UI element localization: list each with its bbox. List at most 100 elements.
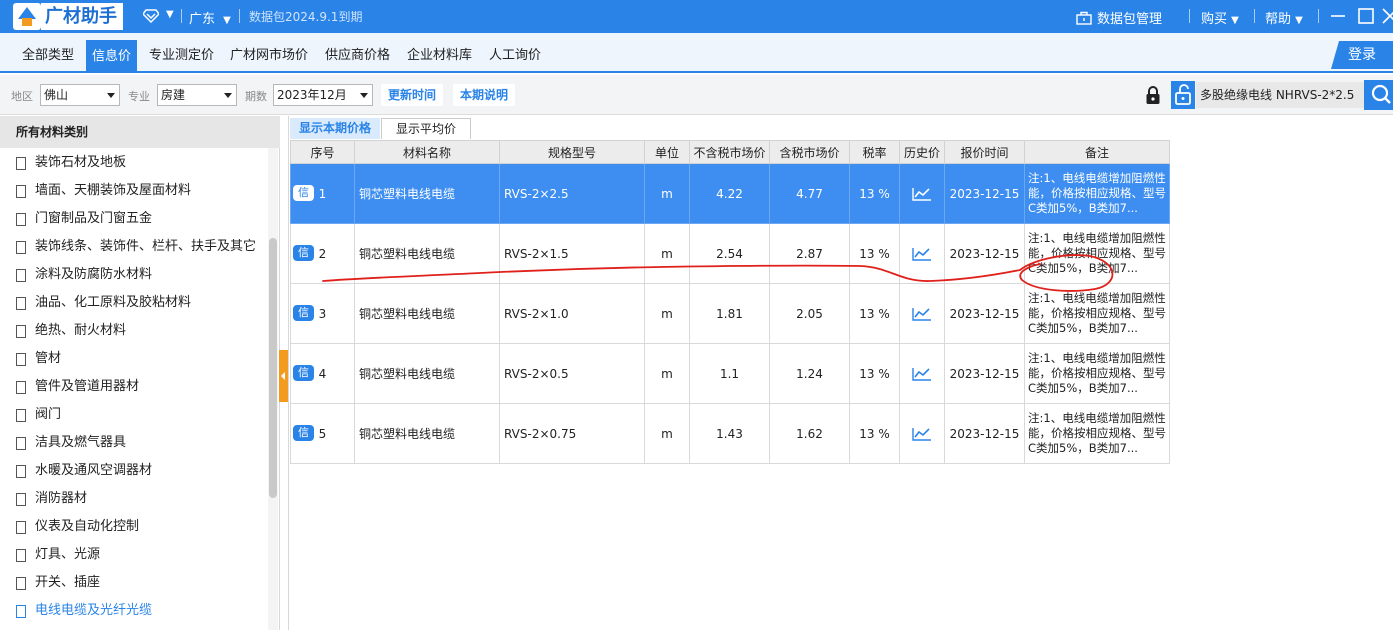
- price-inc-tax-cell: 2.87: [769, 223, 850, 284]
- diamond-icon[interactable]: [143, 9, 159, 23]
- sidebar-category-label: 涂料及防腐防水材料: [35, 267, 153, 282]
- tab-enterprise-library[interactable]: 企业材料库: [401, 41, 478, 71]
- material-name-cell: 铜芯塑料电线电缆: [354, 403, 500, 464]
- column-header[interactable]: 税率: [849, 140, 900, 164]
- material-name-cell: 铜芯塑料电线电缆: [354, 343, 500, 404]
- maximize-icon[interactable]: [1357, 7, 1375, 25]
- document-icon: [16, 520, 26, 534]
- remark-cell: 注:1、电线电缆增加阻燃性能，价格按相应规格、型号C类加5%，B类加7...: [1024, 283, 1170, 344]
- document-icon: [16, 184, 26, 198]
- material-name-cell: 铜芯塑料电线电缆: [354, 283, 500, 344]
- sidebar-category-item[interactable]: 开关、插座: [16, 569, 100, 597]
- tab-market-price[interactable]: 广材网市场价: [224, 41, 314, 71]
- sidebar-category-item[interactable]: 管材: [16, 345, 61, 373]
- help-menu[interactable]: 帮助 ▼: [1265, 8, 1303, 27]
- sidebar-category-item[interactable]: 装饰石材及地板: [16, 149, 126, 177]
- column-header[interactable]: 单位: [644, 140, 690, 164]
- unit-cell: m: [644, 283, 690, 344]
- tab-current-price[interactable]: 显示本期价格: [290, 118, 380, 139]
- close-icon[interactable]: [1381, 7, 1393, 25]
- table-row[interactable]: 信 1 铜芯塑料电线电缆 RVS-2×2.5 m 4.22 4.77 13 % 2023-12-…: [290, 163, 1170, 224]
- buy-menu[interactable]: 购买 ▼: [1201, 8, 1239, 27]
- unit-cell: m: [644, 343, 690, 404]
- unlock-button[interactable]: [1171, 81, 1195, 109]
- sidebar-category-label: 电线电缆及光纤光缆: [35, 603, 153, 618]
- region-selector[interactable]: 广东 ▼: [189, 8, 231, 27]
- sidebar-category-label: 管材: [35, 351, 62, 366]
- vip-dropdown-caret-icon[interactable]: ▼: [166, 9, 174, 20]
- tab-professional-price[interactable]: 专业测定价: [143, 41, 220, 71]
- sidebar-category-item[interactable]: 涂料及防腐防水材料: [16, 261, 152, 289]
- history-price-cell[interactable]: [899, 403, 945, 464]
- price-ex-tax-cell: 4.22: [689, 163, 770, 224]
- column-header[interactable]: 材料名称: [354, 140, 500, 164]
- seq-value: 2: [318, 246, 327, 261]
- search-button[interactable]: [1364, 80, 1393, 110]
- sidebar-category-item[interactable]: 门窗制品及门窗五金: [16, 205, 152, 233]
- sidebar-category-item[interactable]: 绝热、耐火材料: [16, 317, 126, 345]
- period-note-button[interactable]: 本期说明: [453, 84, 516, 106]
- spec-cell: RVS-2×1.0: [499, 283, 645, 344]
- minimize-icon[interactable]: [1329, 7, 1347, 25]
- sidebar-category-item[interactable]: 阀门: [16, 401, 61, 429]
- column-header[interactable]: 规格型号: [499, 140, 645, 164]
- table-row[interactable]: 信 2 铜芯塑料电线电缆 RVS-2×1.5 m 2.54 2.87 13 % 2023-12-…: [290, 223, 1170, 284]
- sidebar-category-item[interactable]: 墙面、天棚装饰及屋面材料: [16, 177, 191, 205]
- history-price-cell[interactable]: [899, 163, 945, 224]
- login-button[interactable]: 登录: [1331, 41, 1393, 69]
- sidebar-category-label: 油品、化工原料及胶粘材料: [35, 295, 192, 310]
- tab-info-price[interactable]: 信息价: [86, 40, 138, 73]
- tab-labor-inquiry[interactable]: 人工询价: [483, 41, 547, 71]
- remark-cell: 注:1、电线电缆增加阻燃性能，价格按相应规格、型号C类加5%，B类加7...: [1024, 403, 1170, 464]
- area-value: 佛山: [44, 88, 69, 102]
- area-select[interactable]: 佛山: [40, 84, 120, 106]
- tab-average-price[interactable]: 显示平均价: [381, 118, 471, 139]
- profession-select[interactable]: 房建: [157, 84, 237, 106]
- sidebar-category-item[interactable]: 电线电缆及光纤光缆: [16, 597, 152, 625]
- tab-all-types[interactable]: 全部类型: [16, 41, 80, 71]
- sidebar-category-item[interactable]: 装饰线条、装饰件、栏杆、扶手及其它: [16, 233, 256, 261]
- price-inc-tax-cell: 1.62: [769, 403, 850, 464]
- help-label: 帮助: [1265, 12, 1292, 27]
- update-time-button[interactable]: 更新时间: [381, 84, 444, 106]
- title-divider: [1254, 9, 1255, 23]
- package-management-button[interactable]: 数据包管理: [1076, 8, 1162, 27]
- tax-rate-cell: 13 %: [849, 223, 900, 284]
- sidebar-scrollbar-thumb[interactable]: [269, 238, 277, 498]
- sidebar-category-item[interactable]: 灯具、光源: [16, 541, 100, 569]
- table-row[interactable]: 信 3 铜芯塑料电线电缆 RVS-2×1.0 m 1.81 2.05 13 % 2023-12-…: [290, 283, 1170, 344]
- unit-cell: m: [644, 223, 690, 284]
- sidebar-category-item[interactable]: 管件及管道用器材: [16, 373, 139, 401]
- column-header[interactable]: 含税市场价: [769, 140, 850, 164]
- history-price-cell[interactable]: [899, 283, 945, 344]
- sidebar-category-label: 管件及管道用器材: [35, 379, 140, 394]
- history-price-cell[interactable]: [899, 223, 945, 284]
- seq-value: 1: [318, 186, 327, 201]
- sidebar-category-item[interactable]: 消防器材: [16, 485, 87, 513]
- quote-date-cell: 2023-12-15: [944, 163, 1025, 224]
- column-header[interactable]: 序号: [290, 140, 355, 164]
- material-name-cell: 铜芯塑料电线电缆: [354, 223, 500, 284]
- history-price-cell[interactable]: [899, 343, 945, 404]
- column-header[interactable]: 报价时间: [944, 140, 1025, 164]
- sidebar-category-item[interactable]: 洁具及燃气器具: [16, 429, 126, 457]
- profession-value: 房建: [161, 88, 186, 102]
- price-inc-tax-cell: 2.05: [769, 283, 850, 344]
- column-header[interactable]: 备注: [1024, 140, 1170, 164]
- period-select[interactable]: 2023年12月: [273, 84, 373, 106]
- sidebar-collapse-handle[interactable]: [279, 350, 288, 402]
- column-header[interactable]: 历史价: [899, 140, 945, 164]
- table-row[interactable]: 信 5 铜芯塑料电线电缆 RVS-2×0.75 m 1.43 1.62 13 % 2023-12…: [290, 403, 1170, 464]
- sidebar-header: 所有材料类别: [0, 116, 280, 148]
- sidebar-category-item[interactable]: 水暖及通风空调器材: [16, 457, 152, 485]
- sidebar-category-item[interactable]: 油品、化工原料及胶粘材料: [16, 289, 191, 317]
- lock-icon[interactable]: [1144, 85, 1162, 105]
- document-icon: [16, 576, 26, 590]
- table-row[interactable]: 信 4 铜芯塑料电线电缆 RVS-2×0.5 m 1.1 1.24 13 % 2023-12-1…: [290, 343, 1170, 404]
- column-header[interactable]: 不含税市场价: [689, 140, 770, 164]
- document-icon: [16, 380, 26, 394]
- document-icon: [16, 352, 26, 366]
- material-search-input[interactable]: 多股绝缘电线 NHRVS-2*2.5: [1196, 82, 1364, 108]
- tab-supplier-price[interactable]: 供应商价格: [319, 41, 396, 71]
- sidebar-category-item[interactable]: 仪表及自动化控制: [16, 513, 139, 541]
